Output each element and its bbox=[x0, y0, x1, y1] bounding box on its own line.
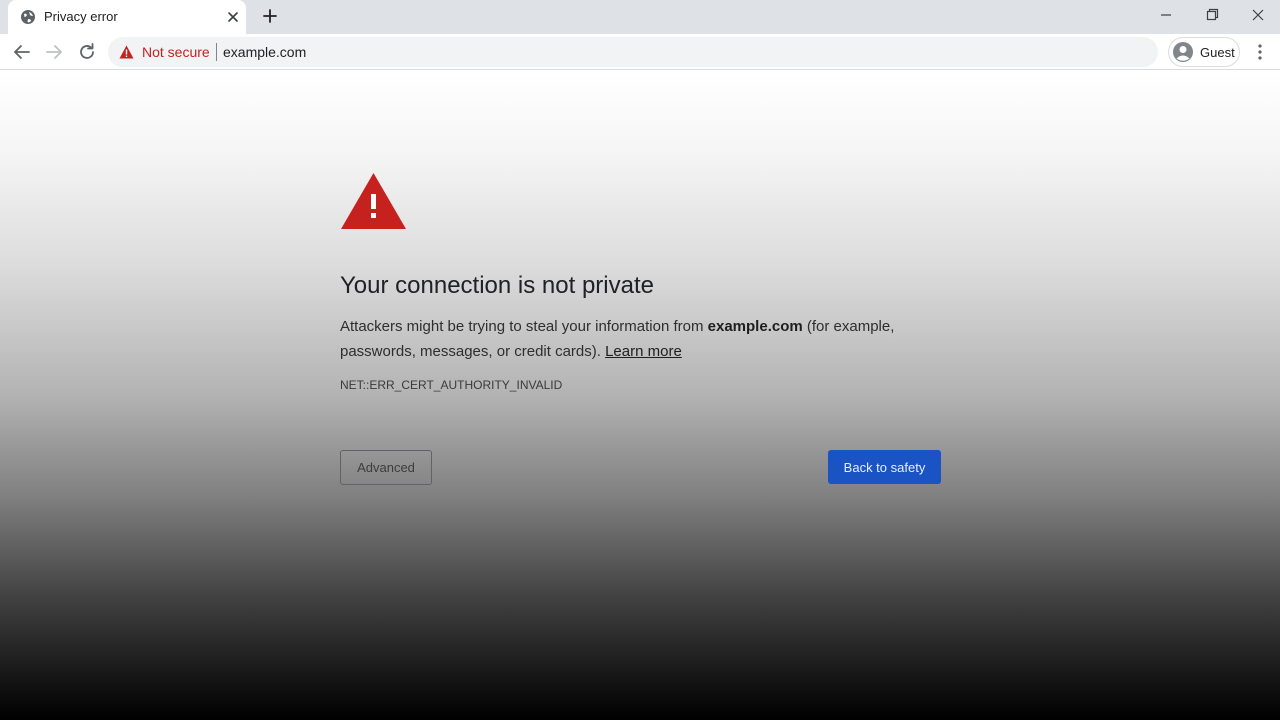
address-bar[interactable]: Not secure example.com bbox=[108, 37, 1158, 67]
plus-icon[interactable] bbox=[260, 6, 280, 26]
error-code: NET::ERR_CERT_AUTHORITY_INVALID bbox=[340, 378, 563, 392]
restore-icon[interactable] bbox=[1200, 4, 1224, 26]
minimize-icon[interactable] bbox=[1154, 4, 1178, 26]
forward-arrow-icon[interactable] bbox=[43, 41, 65, 63]
reload-icon[interactable] bbox=[76, 41, 98, 63]
back-to-safety-button[interactable]: Back to safety bbox=[828, 450, 941, 484]
tab-strip: Privacy error bbox=[0, 0, 1280, 34]
desc-domain: example.com bbox=[707, 318, 803, 335]
not-secure-label[interactable]: Not secure bbox=[142, 44, 210, 60]
advanced-button[interactable]: Advanced bbox=[340, 450, 432, 485]
tab-privacy-error[interactable]: Privacy error bbox=[8, 0, 246, 34]
url-text[interactable]: example.com bbox=[223, 44, 306, 60]
profile-label: Guest bbox=[1200, 45, 1235, 60]
profile-button[interactable]: Guest bbox=[1168, 37, 1240, 67]
learn-more-link[interactable]: Learn more bbox=[605, 343, 682, 360]
omnibox-divider bbox=[216, 43, 217, 61]
kebab-menu-icon[interactable] bbox=[1250, 42, 1270, 62]
error-description: Attackers might be trying to steal your … bbox=[340, 314, 940, 364]
back-arrow-icon[interactable] bbox=[11, 41, 33, 63]
avatar-icon bbox=[1173, 42, 1193, 62]
warning-triangle-icon bbox=[341, 173, 406, 229]
tab-title: Privacy error bbox=[44, 9, 118, 24]
close-icon[interactable] bbox=[224, 8, 242, 26]
toolbar: Not secure example.com Guest bbox=[0, 34, 1280, 70]
desc-text-before: Attackers might be trying to steal your … bbox=[340, 318, 708, 335]
interstitial-page: Your connection is not private Attackers… bbox=[0, 71, 1280, 720]
warning-triangle-icon[interactable] bbox=[119, 45, 134, 59]
page-title: Your connection is not private bbox=[340, 272, 654, 299]
globe-icon bbox=[21, 10, 35, 24]
close-icon[interactable] bbox=[1246, 4, 1270, 26]
